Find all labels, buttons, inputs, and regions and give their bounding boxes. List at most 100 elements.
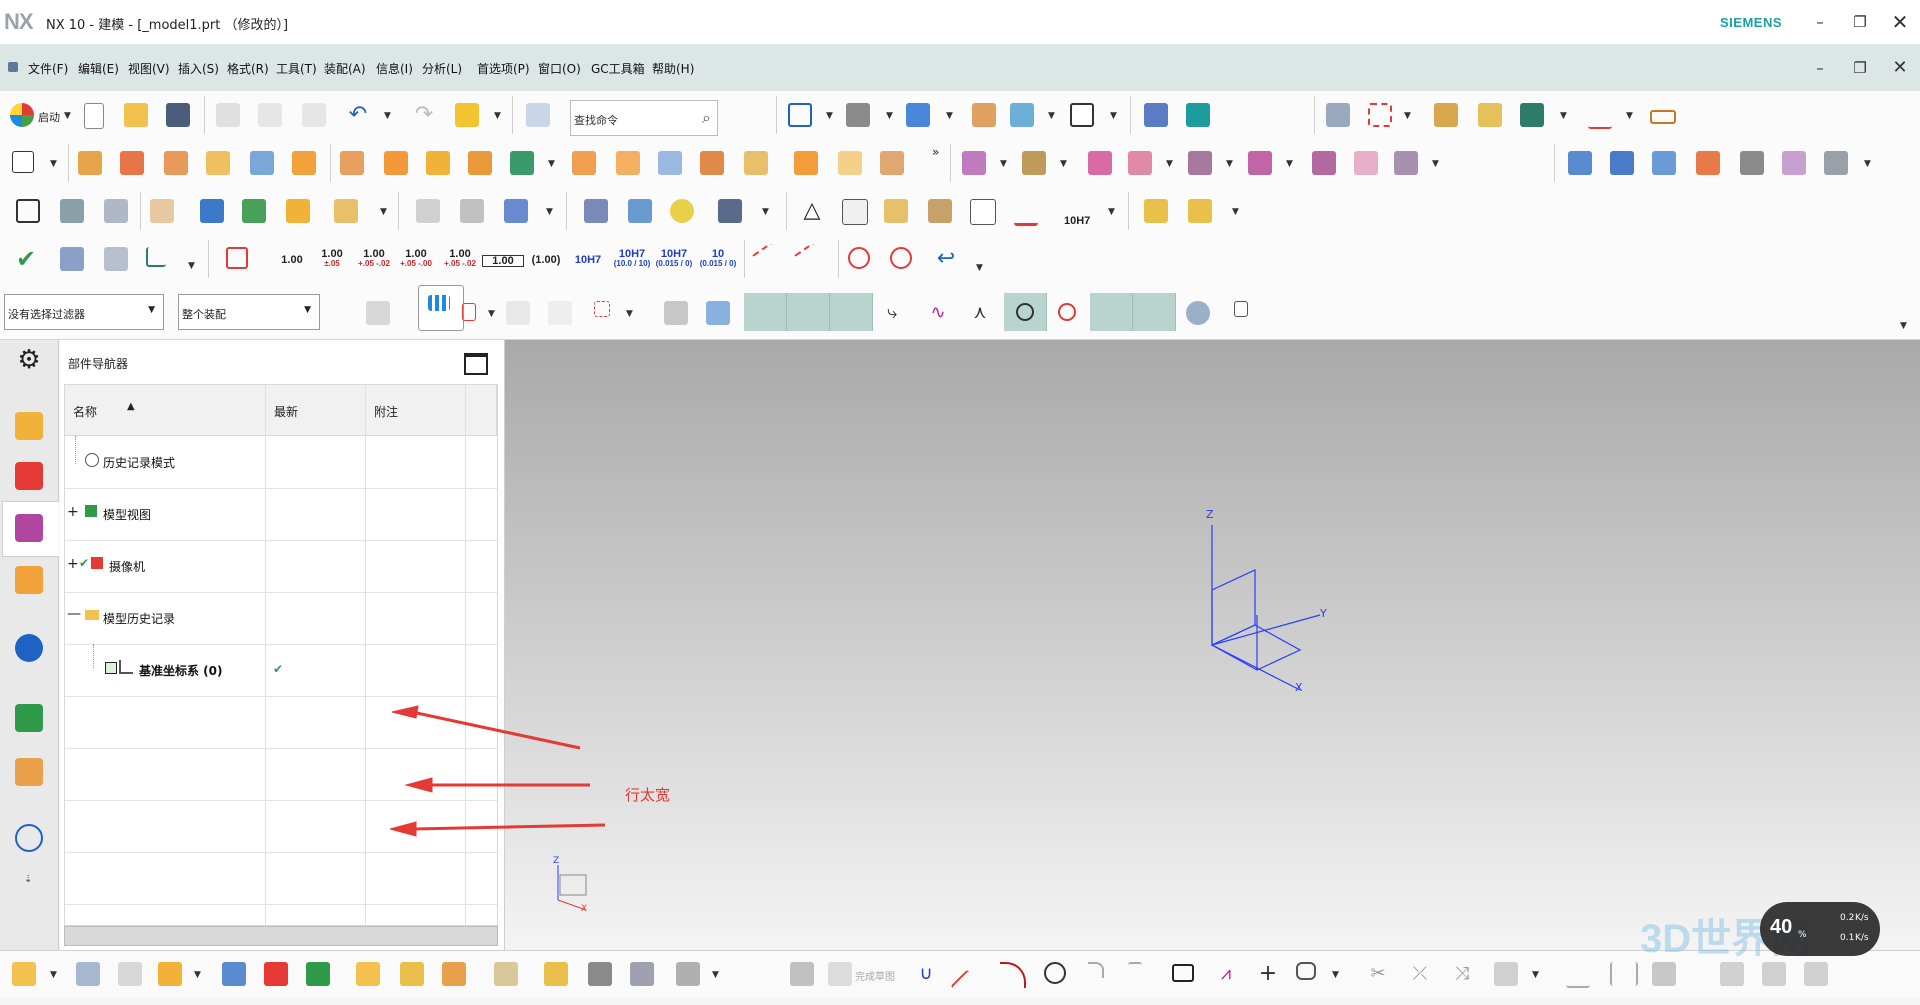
new-file-icon[interactable] (84, 103, 104, 129)
checkbox[interactable] (105, 662, 117, 674)
dim-style-unilateral-zero[interactable]: 1.00 +.05 -.00 (396, 249, 436, 269)
datum-plane-icon[interactable] (150, 199, 174, 223)
minimize-button[interactable]: – (1802, 8, 1838, 36)
select-rectangle-icon[interactable] (594, 301, 610, 317)
mirror-face-icon[interactable] (1354, 151, 1378, 175)
pocket-icon[interactable] (250, 151, 274, 175)
align-icon[interactable] (306, 962, 330, 986)
extend-icon[interactable]: ⤫ (1408, 962, 1432, 986)
chevron-down-icon[interactable]: ▼ (64, 111, 71, 121)
spring-icon[interactable] (628, 199, 652, 223)
ruled-surface-icon[interactable] (1696, 151, 1720, 175)
sew-icon[interactable] (1824, 151, 1848, 175)
doc-minimize-button[interactable]: – (1802, 54, 1838, 82)
show-hide-icon[interactable] (1478, 103, 1502, 127)
geometric-constraint-icon[interactable] (1566, 962, 1590, 988)
boolean-icon[interactable] (426, 151, 450, 175)
tube-icon[interactable] (588, 962, 612, 986)
unite-icon[interactable] (468, 151, 492, 175)
menu-help[interactable]: 帮助(H) (652, 60, 694, 77)
dim-style-fit-only-tolerance[interactable]: 10 (0.015 / 0) (698, 249, 738, 269)
surface-through-curves-icon[interactable] (1568, 151, 1592, 175)
chevron-down-icon[interactable]: ▼ (1626, 111, 1633, 121)
chevron-down-icon[interactable]: ▼ (762, 207, 769, 217)
dimension-constraint-icon[interactable] (1610, 962, 1638, 986)
web-browser-icon[interactable] (15, 704, 43, 732)
collapse-icon[interactable]: — (67, 606, 81, 622)
column-name[interactable]: 名称 ▲ (65, 385, 266, 436)
fit-label[interactable]: 10H7 (1064, 215, 1090, 227)
menu-preferences[interactable]: 首选项(P) (477, 60, 530, 77)
chevron-down-icon[interactable]: ▼ (494, 111, 501, 121)
quick-pick-icon[interactable] (455, 103, 479, 127)
gear-icon[interactable]: ⚙ (15, 346, 43, 374)
measure-distance-icon[interactable] (1588, 103, 1612, 129)
sketch-task-icon[interactable] (790, 962, 814, 986)
menu-format[interactable]: 格式(R) (227, 60, 269, 77)
select-face-icon[interactable] (706, 301, 730, 325)
explode-icon[interactable] (400, 962, 424, 986)
orient-view-icon[interactable] (906, 103, 930, 127)
assembly-constraint-icon[interactable] (242, 199, 266, 223)
background-icon[interactable] (1070, 103, 1094, 127)
tree-row-model-views[interactable]: + 模型视图 (65, 488, 497, 541)
menu-view[interactable]: 视图(V) (128, 60, 170, 77)
assemblies-icon[interactable] (12, 962, 36, 986)
constraint-assembly-icon[interactable] (264, 962, 288, 986)
hd3d-tools-icon[interactable] (15, 634, 43, 662)
expand-icon[interactable]: + (67, 556, 79, 572)
menu-tools[interactable]: 工具(T) (276, 60, 317, 77)
chevron-down-icon[interactable]: ▼ (626, 309, 633, 319)
block-icon[interactable] (572, 151, 596, 175)
draft-icon[interactable] (880, 151, 904, 175)
hole-icon[interactable] (164, 151, 188, 175)
rotate-dimension-icon[interactable]: ↩ (934, 247, 958, 271)
assembly-navigator-icon[interactable] (15, 412, 43, 440)
offset-region-icon[interactable] (1022, 151, 1046, 175)
close-button[interactable]: ✕ (1882, 8, 1918, 36)
project-curve-icon[interactable] (1804, 962, 1828, 986)
copy-icon[interactable] (258, 103, 282, 127)
finish-sketch-icon[interactable] (828, 962, 852, 986)
save-icon[interactable] (166, 103, 190, 127)
horizontal-scrollbar[interactable] (64, 926, 498, 946)
swept-icon[interactable] (1652, 151, 1676, 175)
layout-icon[interactable] (1234, 301, 1248, 317)
cone-icon[interactable] (658, 151, 682, 175)
radius-dimension-icon[interactable] (750, 242, 786, 278)
maximize-icon[interactable] (464, 353, 488, 375)
tree-row-cameras[interactable]: + ✔ 摄像机 (65, 540, 497, 593)
start-icon[interactable] (10, 103, 34, 127)
coordinate-icon[interactable] (146, 247, 166, 267)
move-object-icon[interactable] (1144, 103, 1168, 127)
extrude-icon[interactable] (78, 151, 102, 175)
column-latest[interactable]: 最新 (266, 385, 366, 436)
chevron-down-icon[interactable]: ▼ (50, 159, 57, 169)
note-icon[interactable] (970, 199, 996, 225)
doc-close-button[interactable]: ✕ (1882, 54, 1918, 82)
point-set-icon[interactable] (16, 199, 40, 223)
auto-constrain-icon[interactable] (1652, 962, 1676, 986)
pad-icon[interactable] (292, 151, 316, 175)
weld-icon[interactable] (718, 199, 742, 223)
chevron-down-icon[interactable]: ▼ (946, 111, 953, 121)
doc-restore-button[interactable]: ❐ (1842, 54, 1878, 82)
table-icon[interactable] (842, 199, 868, 225)
component-icon[interactable] (200, 199, 224, 223)
thread-icon[interactable] (584, 199, 608, 223)
layers-icon[interactable] (60, 199, 84, 223)
array-component-icon[interactable] (356, 962, 380, 986)
layer-visibility-icon[interactable] (104, 199, 128, 223)
cut-icon[interactable] (216, 103, 240, 127)
pattern-feature-icon[interactable] (340, 151, 364, 175)
chevron-down-icon[interactable]: ▼ (384, 111, 391, 121)
fit-view-icon[interactable] (788, 103, 812, 127)
command-search-input[interactable]: 查找命令 ⌕ (570, 100, 718, 136)
constraints-icon[interactable] (1494, 962, 1518, 986)
mesh-surface-icon[interactable] (1610, 151, 1634, 175)
shell-icon[interactable] (744, 151, 768, 175)
delete-face-icon[interactable] (1088, 151, 1112, 175)
selection-icon[interactable] (1520, 103, 1544, 127)
trim-sheet-icon[interactable] (1782, 151, 1806, 175)
chevron-down-icon[interactable]: ▼ (1048, 111, 1055, 121)
